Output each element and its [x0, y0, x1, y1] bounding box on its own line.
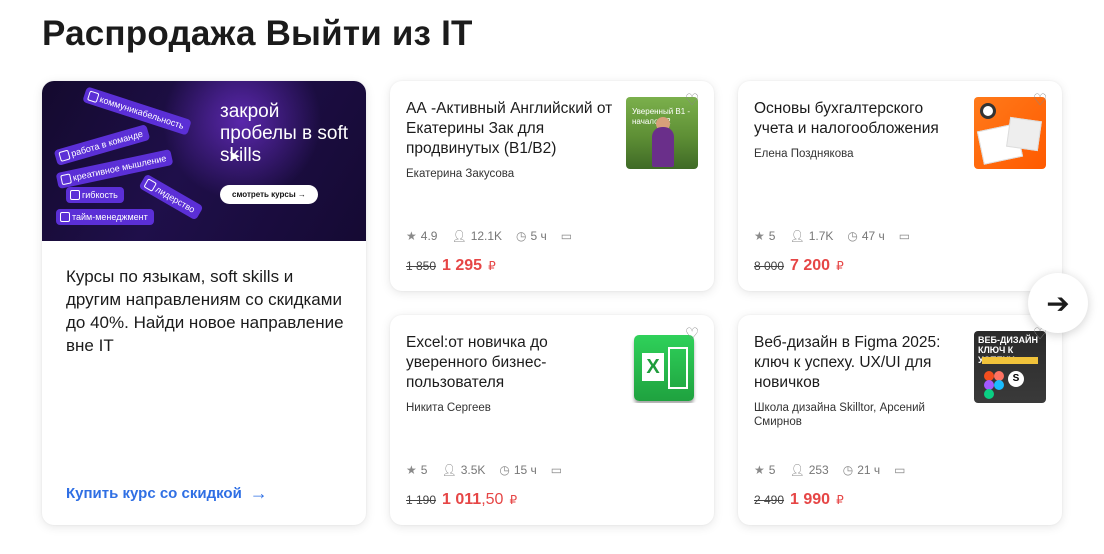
course-author: Школа дизайна Skilltor, Арсений Смирнов — [754, 402, 925, 428]
course-stats: ★ 5 👤︎ 253 ◷ 21 ч ▭ — [754, 463, 905, 477]
clock-icon: ◷ — [516, 229, 527, 243]
course-title[interactable]: Excel:от новичка до уверенного бизнес-по… — [406, 333, 616, 393]
course-price: 8 000 7 200 ₽ — [754, 257, 844, 275]
hours-stat: ◷ 21 ч — [843, 463, 880, 477]
banner-chip: тайм-менеджмент — [56, 209, 154, 225]
user-icon: 👤︎ — [441, 463, 457, 477]
students-value: 253 — [808, 463, 829, 477]
course-stats: ★ 5 👤︎ 1.7K ◷ 47 ч ▭ — [754, 229, 910, 243]
old-price: 8 000 — [754, 259, 785, 273]
course-card[interactable]: АА -Активный Английский от Екатерины Зак… — [390, 81, 714, 291]
course-author: Никита Сергеев — [406, 402, 491, 414]
new-price: 1 295 — [442, 257, 483, 274]
currency: ₽ — [509, 493, 518, 507]
user-icon: 👤︎ — [789, 463, 805, 477]
course-price: 1 850 1 295 ₽ — [406, 257, 496, 275]
user-icon: 👤︎ — [789, 229, 805, 243]
course-author: Екатерина Закусова — [406, 168, 515, 180]
skilltor-logo: S — [1008, 371, 1024, 387]
course-card[interactable]: Excel:от новичка до уверенного бизнес-по… — [390, 315, 714, 525]
course-author: Елена Позднякова — [754, 148, 854, 160]
certificate-icon: ▭ — [898, 229, 911, 243]
students-stat: 👤︎ 12.1K — [451, 229, 502, 243]
students-stat: 👤︎ 253 — [789, 463, 828, 477]
new-price: 1 011,50 — [442, 491, 504, 508]
promo-link[interactable]: Купить курс со скидкой → — [66, 483, 268, 504]
rating-stat: ★ 5 — [406, 463, 427, 477]
certificate-icon: ▭ — [550, 463, 563, 477]
heart-icon[interactable]: ♡ — [1030, 91, 1050, 111]
certificate-icon: ▭ — [560, 229, 573, 243]
banner-chip: гибкость — [66, 187, 124, 203]
rating-stat: ★ 5 — [754, 463, 775, 477]
figma-icon — [984, 371, 1006, 399]
old-price: 1 850 — [406, 259, 437, 273]
new-price: 1 990 — [790, 491, 831, 508]
clock-icon: ◷ — [842, 463, 854, 477]
students-stat: 👤︎ 1.7K — [789, 229, 833, 243]
old-price: 1 190 — [406, 493, 437, 507]
students-value: 1.7K — [808, 229, 834, 243]
rating-stat: ★ 4.9 — [406, 229, 437, 243]
currency: ₽ — [488, 259, 496, 273]
students-stat: 👤︎ 3.5K — [441, 463, 485, 477]
rating-stat: ★ 5 — [754, 229, 775, 243]
rating-value: 5 — [768, 229, 776, 243]
course-stats: ★ 5 👤︎ 3.5K ◷ 15 ч ▭ — [406, 463, 562, 477]
hours-value: 5 ч — [530, 229, 547, 243]
arrow-right-icon: ➔ — [1046, 287, 1070, 319]
rating-value: 5 — [420, 463, 428, 477]
promo-banner[interactable]: коммуникабельность работа в команде креа… — [42, 81, 366, 241]
promo-link-label: Купить курс со скидкой — [66, 485, 242, 502]
hours-value: 21 ч — [857, 463, 881, 477]
course-title[interactable]: Основы бухгалтерского учета и налогообло… — [754, 99, 964, 139]
user-icon: 👤︎ — [451, 229, 467, 243]
thumbnail-figure — [652, 127, 674, 167]
old-price: 2 490 — [754, 493, 785, 507]
promo-card[interactable]: коммуникабельность работа в команде креа… — [42, 81, 366, 525]
thumbnail-tag — [982, 357, 1038, 364]
certificate-icon: ▭ — [894, 463, 906, 477]
clock-icon: ◷ — [847, 229, 858, 243]
course-card[interactable]: Основы бухгалтерского учета и налогообло… — [738, 81, 1062, 291]
coffee-cup — [980, 103, 996, 119]
hours-stat: ◷ 5 ч — [516, 229, 547, 243]
star-icon: ★ — [754, 463, 765, 477]
banner-headline: закрой пробелы в soft skills — [220, 101, 349, 166]
banner-button[interactable]: смотреть курсы → — [220, 185, 318, 204]
currency: ₽ — [836, 259, 844, 273]
promo-text: Курсы по языкам, soft skills и другим на… — [66, 267, 344, 355]
course-price: 2 490 1 990 ₽ — [754, 491, 844, 509]
star-icon: ★ — [754, 229, 765, 243]
thumbnail-calculator — [1006, 116, 1042, 152]
course-stats: ★ 4.9 👤︎ 12.1K ◷ 5 ч ▭ — [406, 229, 572, 243]
rating-value: 5 — [768, 463, 776, 477]
heart-icon[interactable]: ♡ — [682, 325, 702, 345]
rating-value: 4.9 — [420, 229, 438, 243]
cursor-icon: ➤ — [228, 148, 241, 165]
hours-value: 15 ч — [513, 463, 537, 477]
course-title[interactable]: АА -Активный Английский от Екатерины Зак… — [406, 99, 616, 159]
currency: ₽ — [836, 493, 844, 507]
page-title: Распродажа Выйти из IT — [42, 14, 473, 53]
heart-icon[interactable]: ♡ — [682, 91, 702, 111]
new-price: 7 200 — [790, 257, 831, 274]
star-icon: ★ — [406, 229, 417, 243]
course-card[interactable]: Веб-дизайн в Figma 2025: ключ к успеху. … — [738, 315, 1062, 525]
next-arrow-button[interactable]: ➔ — [1028, 273, 1088, 333]
star-icon: ★ — [406, 463, 417, 477]
hours-stat: ◷ 15 ч — [499, 463, 536, 477]
clock-icon: ◷ — [499, 463, 510, 477]
hours-stat: ◷ 47 ч — [847, 229, 884, 243]
course-title[interactable]: Веб-дизайн в Figma 2025: ключ к успеху. … — [754, 333, 964, 393]
students-value: 3.5K — [460, 463, 486, 477]
course-price: 1 190 1 011,50 ₽ — [406, 491, 517, 509]
hours-value: 47 ч — [861, 229, 885, 243]
students-value: 12.1K — [470, 229, 503, 243]
banner-chips: коммуникабельность работа в команде креа… — [52, 86, 207, 235]
arrow-right-icon: → — [249, 483, 268, 503]
